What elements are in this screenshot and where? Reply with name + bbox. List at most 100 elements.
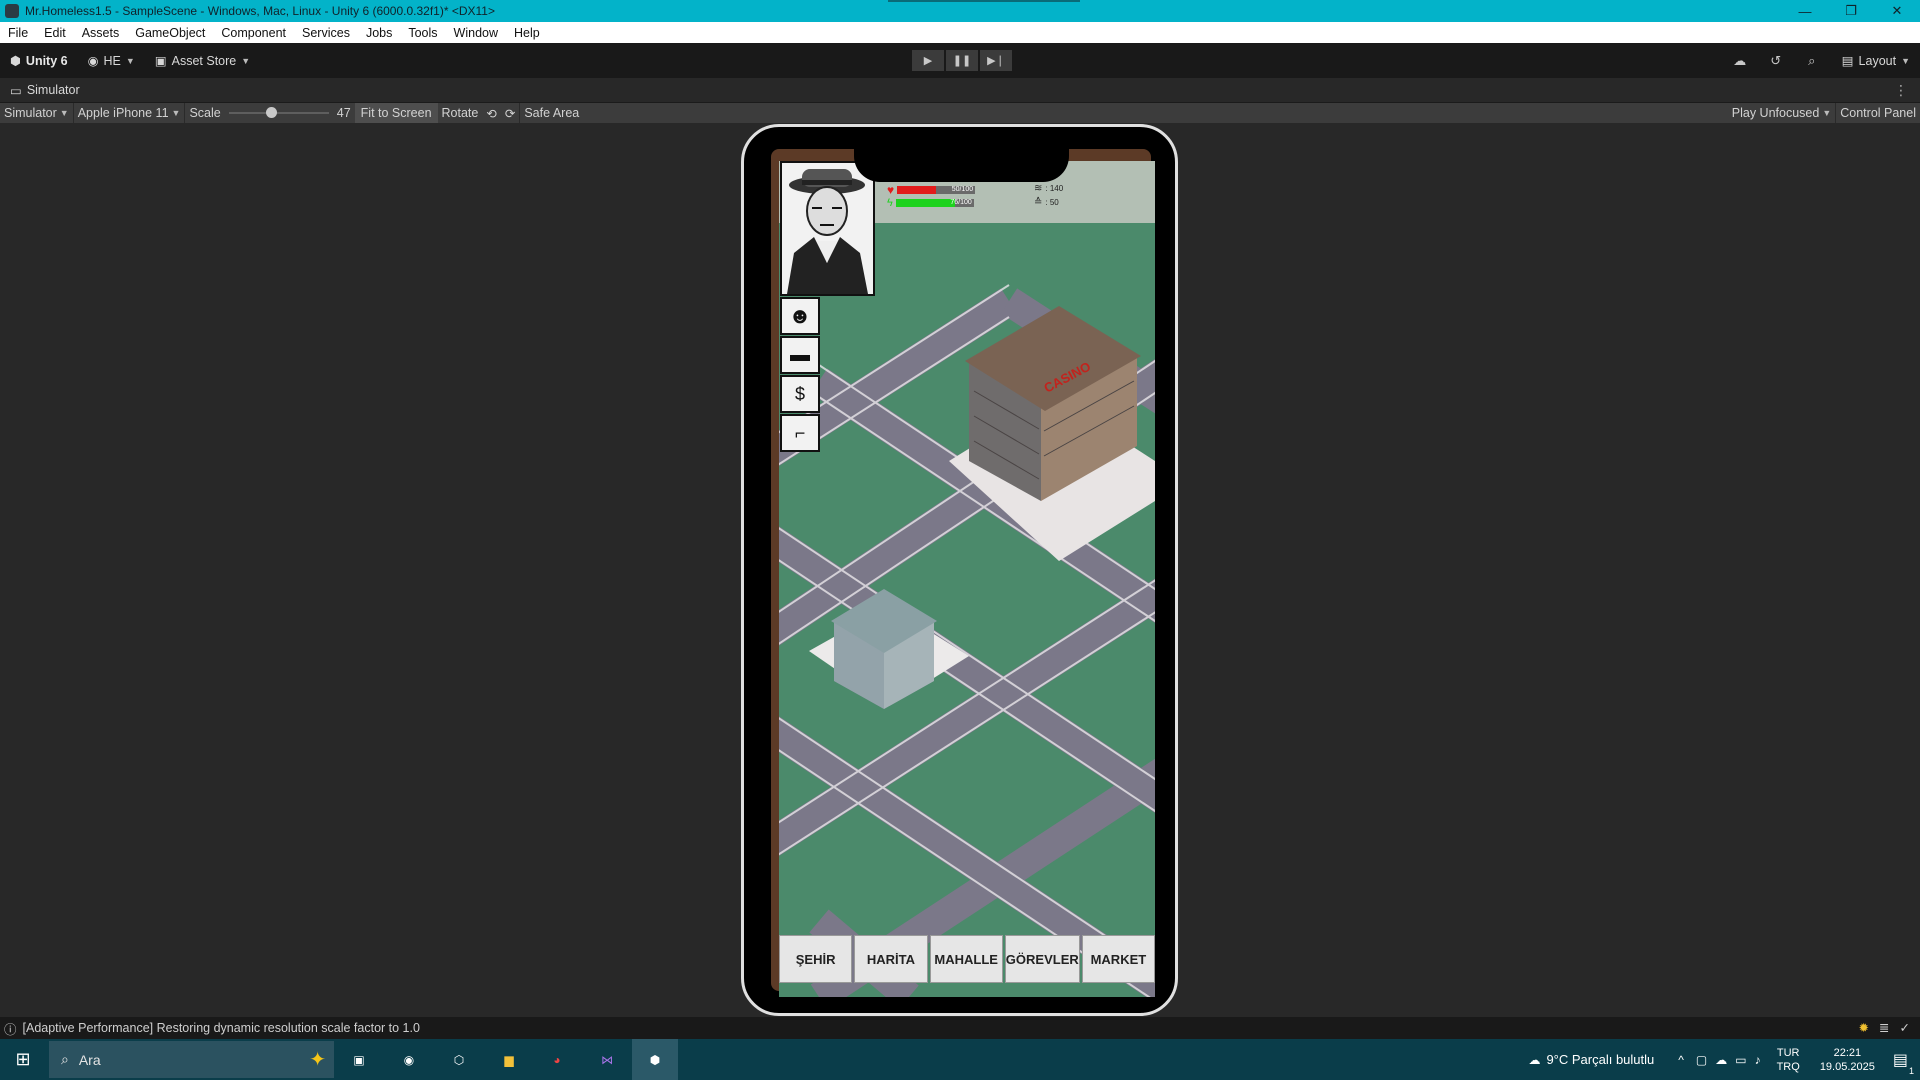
chevron-down-icon: ▼ (1822, 108, 1832, 118)
play-controls: ▶ ❚❚ ▶❘ (912, 50, 1012, 71)
chrome-icon[interactable]: ◕ (534, 1039, 580, 1080)
search-placeholder: Ara (78, 1051, 101, 1068)
github-desktop-icon[interactable]: ◉ (386, 1039, 432, 1080)
boss-silhouette-icon[interactable]: ☻ (780, 297, 820, 335)
nav-gorevler-button[interactable]: GÖREVLER (1004, 935, 1080, 983)
cloud-icon[interactable]: ☁ (1724, 43, 1756, 78)
play-button[interactable]: ▶ (912, 50, 944, 71)
unity-editor-icon[interactable]: ⬢ (632, 1039, 678, 1080)
account-icon: ◉ (87, 54, 99, 68)
menu-assets[interactable]: Assets (74, 26, 128, 40)
layout-dropdown[interactable]: ▤ Layout ▼ (1832, 43, 1920, 78)
visual-studio-icon[interactable]: ⋈ (584, 1039, 630, 1080)
nav-market-button[interactable]: MARKET (1081, 935, 1155, 983)
chevron-up-icon[interactable]: ^ (1678, 1053, 1684, 1067)
step-button[interactable]: ▶❘ (980, 50, 1012, 71)
check-circle-icon[interactable]: ✓ (1900, 1020, 1910, 1035)
stack-icon[interactable]: ≣ (1879, 1020, 1889, 1035)
scale-slider-handle[interactable] (265, 107, 277, 118)
minimize-button[interactable]: — (1782, 0, 1828, 22)
lang-top: TUR (1776, 1046, 1800, 1059)
tray-app-icon[interactable]: ▢ (1696, 1053, 1707, 1067)
simulator-mode-dropdown[interactable]: Simulator ▼ (0, 103, 73, 123)
game-screen[interactable]: CASINO ♥ 50/100 ϟ 76/100 ≋: 140 ≙: 50 … (779, 161, 1155, 997)
briefcase-icon[interactable]: ▬ (780, 336, 820, 374)
chevron-down-icon: ▼ (1901, 55, 1910, 66)
energy-bar-fill (895, 199, 956, 207)
system-tray: ☁ 9°C Parçalı bulutlu ^ ▢ ☁ ▭ ♪ TUR TRQ … (1528, 1039, 1920, 1080)
scale-slider[interactable] (228, 103, 329, 123)
close-button[interactable]: ✕ (1874, 0, 1920, 22)
onedrive-icon[interactable]: ☁ (1715, 1053, 1727, 1067)
volume-icon[interactable]: ♪ (1755, 1053, 1761, 1067)
account-label: HE (103, 53, 121, 68)
search-icon[interactable]: ⌕ (1796, 43, 1828, 78)
device-dropdown[interactable]: Apple iPhone 11 ▼ (74, 103, 185, 123)
menu-jobs[interactable]: Jobs (358, 26, 400, 40)
pause-button[interactable]: ❚❚ (946, 50, 978, 71)
rotate-right-icon[interactable]: ⟳ (501, 103, 519, 123)
unity-logo-icon: ⬢ (10, 54, 21, 68)
character-portrait[interactable] (780, 161, 875, 296)
console-status-bar[interactable]: ⓘ [Adaptive Performance] Restoring dynam… (0, 1017, 1920, 1039)
menu-window[interactable]: Window (446, 26, 506, 40)
health-text: 50/100 (951, 186, 974, 193)
menu-edit[interactable]: Edit (36, 26, 74, 40)
network-icon[interactable]: ▭ (1735, 1053, 1746, 1067)
simulator-toolbar: Simulator ▼ Apple iPhone 11 ▼ Scale 47 F… (0, 103, 1920, 123)
clock[interactable]: 22:21 19.05.2025 (1820, 1046, 1875, 1074)
input-language[interactable]: TUR TRQ (1777, 1046, 1800, 1074)
windows-start-icon[interactable]: ⊞ (0, 1039, 46, 1080)
weather-icon[interactable]: ☁ (1528, 1053, 1540, 1067)
windows-taskbar: ⊞ ⌕ Ara ✦ ▣ ◉ ⬡ ▆ ◕ ⋈ ⬢ ☁ 9°C Parçalı bu… (0, 1039, 1920, 1080)
gangster-portrait-icon (782, 163, 873, 294)
more-options-icon[interactable]: ⋮ (1894, 82, 1908, 99)
nav-harita-button[interactable]: HARİTA (854, 935, 928, 983)
asset-store-dropdown[interactable]: ▣ Asset Store ▼ (145, 43, 260, 78)
restore-button[interactable]: ❐ (1828, 0, 1874, 22)
account-dropdown[interactable]: ◉ HE ▼ (78, 43, 145, 78)
taskbar-search-input[interactable]: ⌕ Ara ✦ (49, 1041, 334, 1078)
info-icon: ⓘ (4, 1022, 17, 1037)
menu-tools[interactable]: Tools (400, 26, 445, 40)
health-bar-fill (897, 186, 937, 194)
safe-area-toggle[interactable]: Safe Area (520, 103, 583, 123)
control-panel-button[interactable]: Control Panel (1836, 103, 1920, 123)
bottom-nav: ŞEHİR HARİTA MAHALLE GÖREVLER MARKET (779, 935, 1155, 983)
title-highlight (888, 0, 1080, 2)
menu-component[interactable]: Component (213, 26, 294, 40)
simulator-mode-label: Simulator (4, 106, 57, 120)
nav-sehir-button[interactable]: ŞEHİR (779, 935, 853, 983)
unity-version-button[interactable]: ⬢ Unity 6 (0, 43, 78, 78)
gun-icon[interactable]: ⌐ (780, 414, 820, 452)
money-bag-icon[interactable]: $ (780, 375, 820, 413)
tab-simulator[interactable]: ▭ Simulator (0, 83, 90, 98)
scale-value: 47 (336, 106, 351, 120)
notification-center[interactable]: ▤ 1 (1893, 1050, 1914, 1076)
scale-label: Scale (189, 106, 221, 120)
unity-hub-icon[interactable]: ⬡ (436, 1039, 482, 1080)
file-explorer-icon[interactable]: ▆ (486, 1039, 532, 1080)
play-mode-dropdown[interactable]: Play Unfocused ▼ (1728, 103, 1835, 123)
unity-app-icon (5, 4, 19, 18)
health-bar: 50/100 (897, 186, 976, 194)
asset-store-label: Asset Store (171, 53, 237, 68)
menu-help[interactable]: Help (506, 26, 548, 40)
history-icon[interactable]: ↺ (1760, 43, 1792, 78)
stat-money: ≋ : 140 (1034, 183, 1063, 194)
stat-resource-text: : 50 (1045, 198, 1059, 207)
chevron-down-icon: ▼ (171, 108, 181, 118)
weather-text[interactable]: 9°C Parçalı bulutlu (1546, 1052, 1654, 1067)
status-message: [Adaptive Performance] Restoring dynamic… (22, 1021, 420, 1035)
clock-date: 19.05.2025 (1819, 1060, 1875, 1073)
menu-services[interactable]: Services (294, 26, 358, 40)
menu-gameobject[interactable]: GameObject (127, 26, 213, 40)
copilot-sparkle-icon: ✦ (309, 1049, 326, 1071)
play-mode-label: Play Unfocused (1731, 106, 1820, 120)
menu-file[interactable]: File (0, 26, 36, 40)
rotate-left-icon[interactable]: ⟲ (482, 103, 500, 123)
fit-to-screen-button[interactable]: Fit to Screen (354, 103, 438, 123)
nav-mahalle-button[interactable]: MAHALLE (929, 935, 1003, 983)
debug-bug-icon[interactable]: ✹ (1859, 1020, 1869, 1035)
task-view-icon[interactable]: ▣ (336, 1039, 382, 1080)
